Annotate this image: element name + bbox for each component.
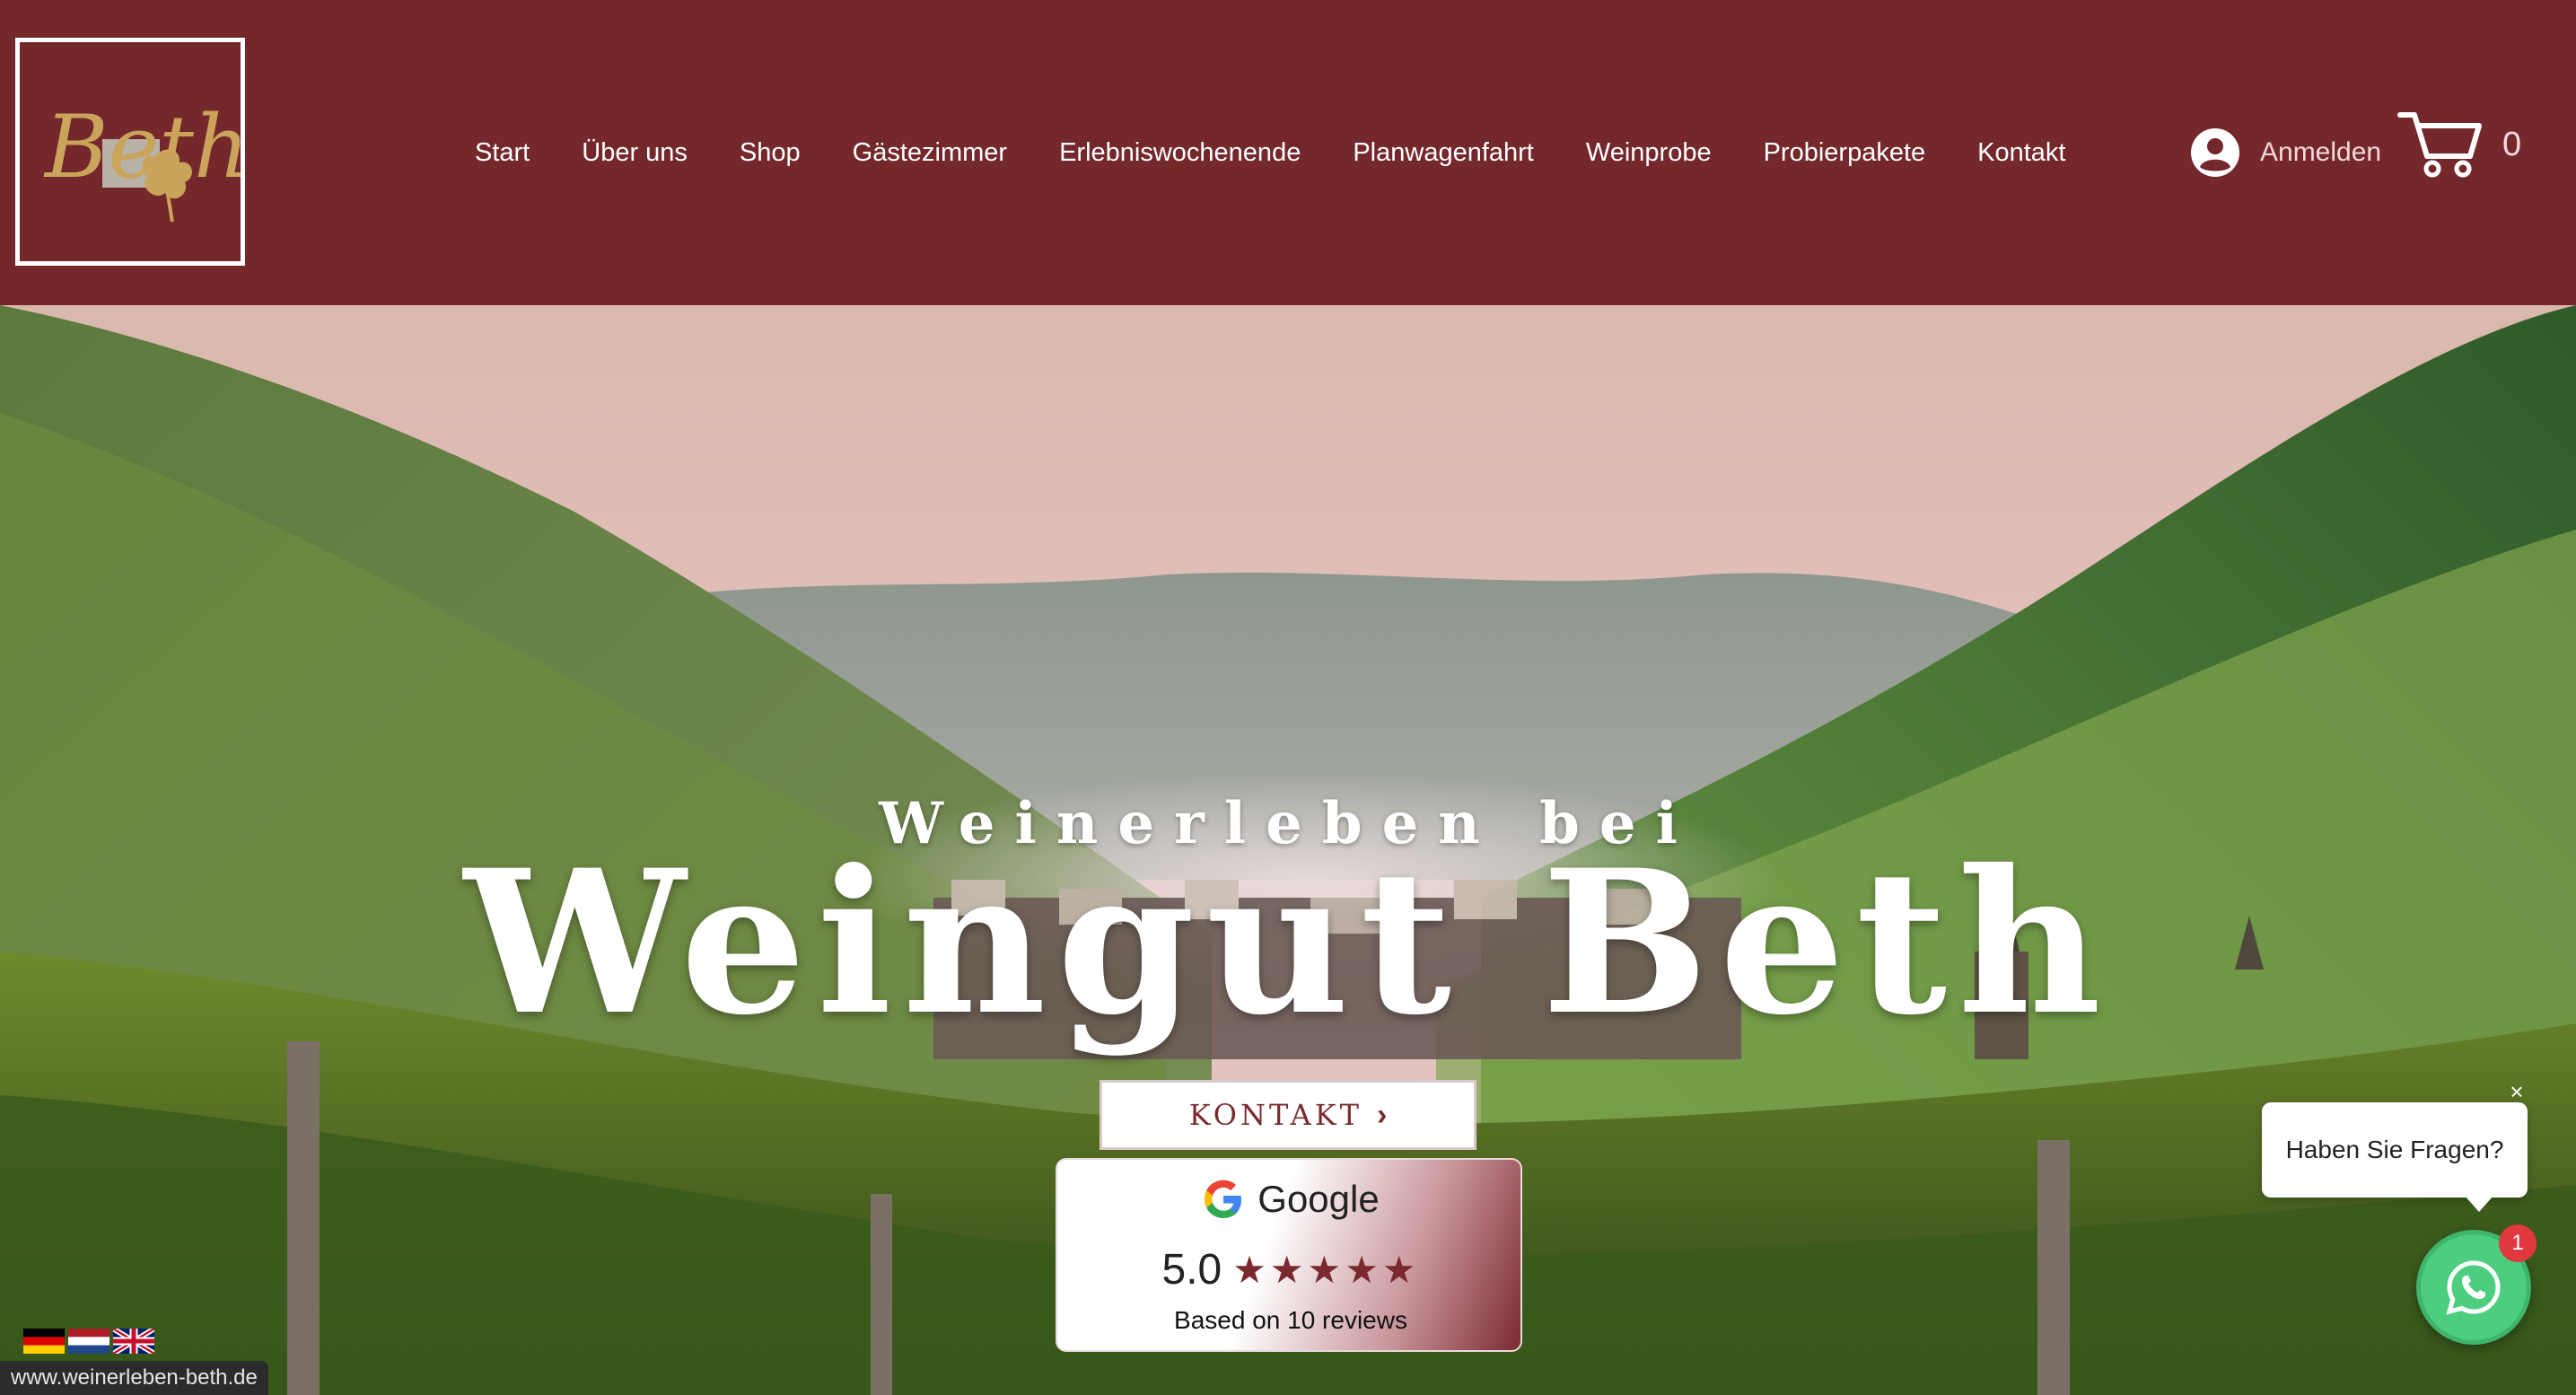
review-count-text: Based on 10 reviews — [1174, 1306, 1407, 1334]
kontakt-button-label: KONTAKT — [1188, 1098, 1362, 1132]
login-label: Anmelden — [2260, 137, 2382, 167]
user-avatar-icon — [2191, 128, 2239, 177]
shopping-cart-icon — [2397, 112, 2482, 178]
nav-item-gaestezimmer[interactable]: Gästezimmer — [827, 138, 1033, 168]
star-rating-icons: ★★★★★ — [1232, 1249, 1420, 1291]
nav-item-ueber-uns[interactable]: Über uns — [556, 138, 714, 168]
review-score: 5.0 — [1161, 1246, 1222, 1294]
nav-item-probierpakete[interactable]: Probierpakete — [1738, 138, 1952, 168]
nav-item-kontakt[interactable]: Kontakt — [1951, 138, 2091, 168]
language-switcher — [23, 1329, 154, 1354]
flag-nl-icon[interactable] — [68, 1329, 110, 1354]
chevron-right-icon: › — [1376, 1097, 1388, 1132]
logo-text: Beth — [43, 97, 241, 197]
flag-de-icon[interactable] — [23, 1329, 65, 1354]
site-header: Beth Start Über uns Shop Gästezimmer Erl… — [0, 0, 2576, 305]
kontakt-button[interactable]: KONTAKT › — [1100, 1080, 1476, 1150]
whatsapp-icon — [2446, 1260, 2501, 1315]
bubble-tail — [2465, 1196, 2493, 1212]
site-logo[interactable]: Beth — [15, 38, 245, 266]
hero-section: Weinerleben bei Weingut Beth KONTAKT › G… — [0, 305, 2576, 1395]
nav-item-start[interactable]: Start — [449, 138, 556, 168]
nav-item-erlebniswochenende[interactable]: Erlebniswochenende — [1033, 138, 1327, 168]
chat-prompt-text: Haben Sie Fragen? — [2285, 1136, 2504, 1163]
google-review-badge[interactable]: Google 5.0 ★★★★★ Based on 10 reviews — [1056, 1158, 1522, 1352]
chat-close-icon[interactable]: × — [2504, 1079, 2529, 1104]
cart-button[interactable] — [2396, 108, 2484, 180]
flag-en-icon[interactable] — [113, 1329, 154, 1354]
main-navigation: Start Über uns Shop Gästezimmer Erlebnis… — [449, 126, 2091, 180]
nav-item-planwagenfahrt[interactable]: Planwagenfahrt — [1327, 138, 1560, 168]
hero-title: Weingut Beth — [463, 826, 2113, 1058]
nav-item-shop[interactable]: Shop — [714, 138, 827, 168]
chat-notification-badge: 1 — [2499, 1224, 2537, 1262]
chat-prompt-bubble[interactable]: Haben Sie Fragen? — [2262, 1102, 2528, 1212]
cart-count: 0 — [2502, 126, 2522, 163]
google-g-icon — [1205, 1180, 1242, 1218]
nav-item-weinprobe[interactable]: Weinprobe — [1560, 138, 1738, 168]
login-button[interactable]: Anmelden — [2190, 124, 2381, 181]
review-provider: Google — [1257, 1178, 1380, 1220]
status-bar-url: www.weinerleben-beth.de — [0, 1361, 268, 1395]
